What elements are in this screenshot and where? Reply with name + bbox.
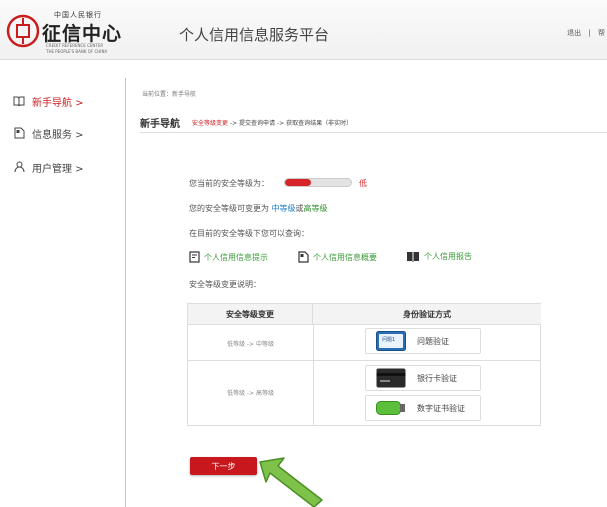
sidebar-item-user-management[interactable]: 用户管理 > — [12, 159, 84, 175]
logo-english-line2: THE PEOPLE'S BANK OF CHINA — [46, 49, 108, 54]
high-level-text: 高等级 — [303, 204, 328, 213]
question-verify-option[interactable]: 问题1 问题验证 — [365, 328, 481, 354]
svg-text:问题1: 问题1 — [382, 336, 395, 343]
security-level-bar — [284, 178, 352, 187]
question-card-icon: 问题1 — [375, 331, 407, 351]
logo-english-line1: CREDIT REFERENCE CENTER — [46, 43, 104, 48]
sidebar-item-label: 新手导航 > — [32, 97, 84, 109]
step-progress: 安全等级变更 -> 提交查询申请 -> 获取查询结果（非实时） — [192, 120, 353, 127]
step-2: 提交查询申请 — [239, 120, 276, 127]
usb-key-icon — [375, 398, 407, 418]
step-current: 安全等级变更 — [192, 120, 229, 127]
bank-card-verify-label: 银行卡验证 — [417, 373, 457, 383]
table-header-change: 安全等级变更 — [188, 304, 313, 325]
logo-chinese-big: 征信中心 — [42, 23, 123, 45]
security-level-value: 低 — [359, 179, 367, 188]
link-credit-report[interactable]: 个人信用报告 — [406, 251, 472, 262]
row2-change: 低等级 -> 高等级 — [226, 390, 274, 397]
link-credit-info-tips[interactable]: 个人信用信息提示 — [189, 251, 268, 263]
sidebar-item-info-service[interactable]: 信息服务 > — [12, 125, 84, 141]
sidebar-item-label: 用户管理 > — [32, 163, 84, 175]
sidebar-item-guide[interactable]: 新手导航 > — [12, 93, 84, 109]
step-3: 获取查询结果（非实时） — [286, 120, 353, 127]
guide-header: 新手导航 安全等级变更 -> 提交查询申请 -> 获取查询结果（非实时） — [140, 115, 607, 133]
security-change-text: 您的安全等级可变更为 中等级或高等级 — [189, 204, 328, 213]
logout-link[interactable]: 退出 — [567, 29, 581, 37]
link-credit-info-summary[interactable]: 个人信用信息概要 — [298, 251, 377, 263]
header-links: 退出 | 帮 — [567, 29, 605, 37]
security-level-fill — [285, 179, 312, 186]
sidebar-item-label: 信息服务 > — [32, 129, 84, 141]
security-change-table: 安全等级变更 身份验证方式 低等级 -> 中等级 问题1 问题验证 低等级 ->… — [187, 303, 541, 426]
seal-icon — [6, 14, 40, 48]
mid-level-text: 中等级 — [271, 204, 296, 213]
document-icon — [298, 251, 309, 263]
digital-cert-verify-option[interactable]: 数字证书验证 — [365, 395, 481, 421]
help-link[interactable]: 帮 — [598, 29, 605, 37]
sidebar: 新手导航 > 信息服务 > 用户管理 > — [0, 61, 126, 507]
bank-card-verify-option[interactable]: 银行卡验证 — [365, 365, 481, 391]
security-change-desc-label: 安全等级变更说明： — [189, 280, 261, 289]
book-icon — [406, 251, 420, 262]
page-title: 新手导航 — [140, 119, 180, 130]
digital-cert-verify-label: 数字证书验证 — [417, 403, 465, 413]
table-header-method: 身份验证方式 — [313, 304, 541, 325]
query-intro: 在目前的安全等级下您可以查询： — [189, 229, 309, 238]
security-level-label: 您当前的安全等级为： — [189, 179, 269, 188]
row1-change: 低等级 -> 中等级 — [226, 341, 274, 348]
header: 中国人民银行 征信中心 CREDIT REFERENCE CENTER THE … — [0, 0, 607, 60]
document-icon — [189, 251, 200, 263]
logo: 中国人民银行 征信中心 CREDIT REFERENCE CENTER THE … — [6, 8, 156, 54]
user-icon — [12, 161, 26, 173]
book-icon — [12, 96, 26, 106]
question-verify-label: 问题验证 — [417, 336, 449, 346]
bank-card-icon — [375, 368, 407, 388]
next-step-button[interactable]: 下一步 — [190, 457, 257, 475]
breadcrumb: 当前位置：新手导航 — [142, 91, 197, 98]
platform-title: 个人信用信息服务平台 — [179, 26, 330, 44]
arrow-icon — [259, 457, 323, 507]
document-icon — [12, 127, 26, 139]
sidebar-divider — [125, 78, 126, 507]
